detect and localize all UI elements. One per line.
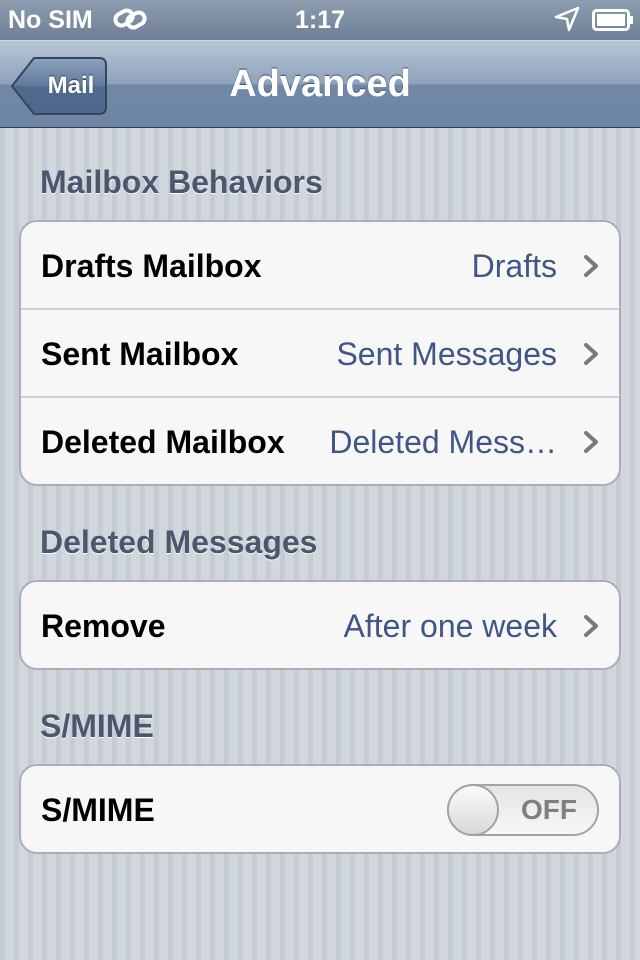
section-header-deleted-messages: Deleted Messages — [40, 524, 318, 560]
row-sent-mailbox[interactable]: Sent Mailbox Sent Messages — [21, 310, 619, 398]
row-deleted-mailbox[interactable]: Deleted Mailbox Deleted Mess… — [21, 398, 619, 484]
toggle-knob — [447, 784, 499, 836]
battery-icon — [592, 9, 633, 31]
row-value: Drafts — [471, 248, 557, 284]
row-label: Sent Mailbox — [41, 336, 239, 372]
deleted-messages-group: Remove After one week — [19, 580, 621, 670]
mailbox-behaviors-group: Drafts Mailbox Drafts Sent Mailbox Sent … — [19, 220, 621, 486]
row-label: Deleted Mailbox — [41, 424, 285, 460]
status-bar: No SIM 1:17 — [0, 0, 640, 40]
row-value: Sent Messages — [336, 336, 557, 372]
row-label: Remove — [41, 608, 166, 644]
navigation-bar: Mail Advanced — [0, 40, 640, 128]
row-drafts-mailbox[interactable]: Drafts Mailbox Drafts — [21, 222, 619, 310]
row-value: Deleted Mess… — [329, 424, 557, 460]
section-header-smime: S/MIME — [40, 708, 154, 744]
clock-time: 1:17 — [294, 6, 346, 34]
chevron-right-icon — [584, 255, 598, 277]
chevron-right-icon — [584, 343, 598, 365]
section-header-mailbox-behaviors: Mailbox Behaviors — [40, 164, 323, 200]
smime-toggle-switch[interactable]: OFF — [447, 784, 599, 836]
smime-group: S/MIME OFF — [19, 764, 621, 854]
page-title: Advanced — [229, 63, 411, 105]
chevron-right-icon — [584, 431, 598, 453]
row-label: S/MIME — [41, 792, 155, 828]
row-label: Drafts Mailbox — [41, 248, 262, 284]
row-smime: S/MIME OFF — [21, 766, 619, 852]
row-value: After one week — [343, 608, 557, 644]
location-arrow-icon — [554, 6, 580, 32]
chevron-right-icon — [584, 615, 598, 637]
row-remove[interactable]: Remove After one week — [21, 582, 619, 668]
toggle-state-label: OFF — [521, 794, 577, 825]
